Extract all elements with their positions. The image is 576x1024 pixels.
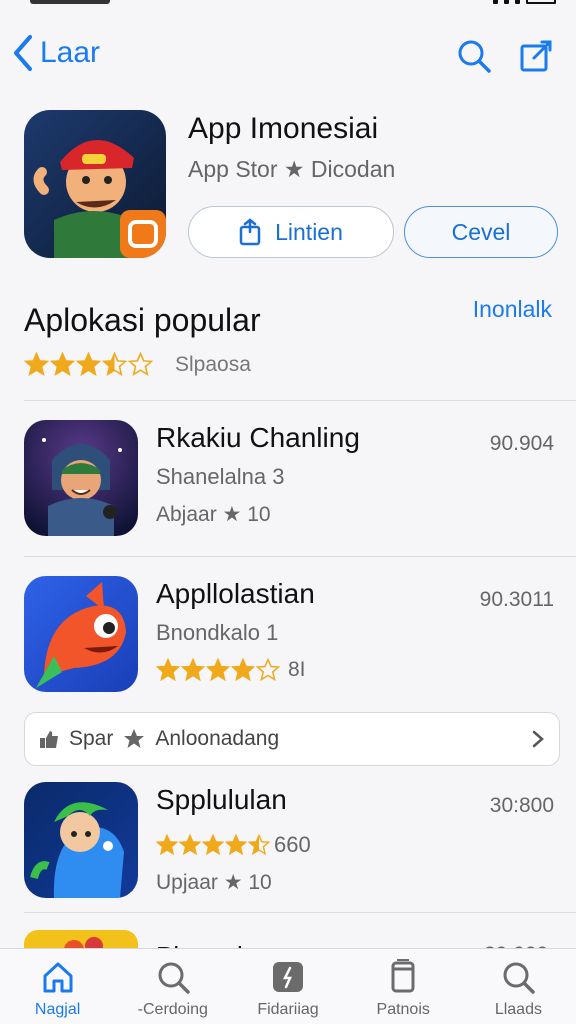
tab-label: Nagjal (34, 1001, 81, 1018)
status-bar (0, 0, 576, 10)
app-name: Spplululan (156, 784, 287, 815)
rating-text: Slpaosa (175, 352, 251, 376)
star-icon (156, 658, 180, 682)
share-icon (239, 218, 261, 246)
compose-icon[interactable] (518, 38, 554, 74)
app-subtitle: Bnondkalo 1 (156, 620, 279, 645)
search-icon (158, 962, 190, 994)
app-price: 90.3011 (479, 588, 554, 611)
get-button[interactable]: Lintien (188, 206, 394, 258)
app-name: Pinnunin (156, 936, 276, 948)
tab-arcade[interactable]: Fidariiag (230, 949, 345, 1024)
back-label: Laar (40, 36, 101, 69)
star-icon (156, 834, 178, 856)
status-indicators (493, 0, 556, 4)
star-icon (231, 658, 255, 682)
tab-today[interactable]: Nagjal (0, 949, 115, 1024)
app-subtitle: Shanelalna 3 (156, 464, 285, 489)
app-name: Rkakiu Chanling (156, 422, 360, 453)
app-icon (24, 420, 138, 536)
star-icon (24, 352, 49, 377)
star-icon (124, 729, 145, 748)
star-icon (128, 352, 153, 377)
app-name: Appllolastian (156, 578, 315, 609)
banner-text: Anloonadang (155, 727, 280, 750)
app-price: 30.900 (484, 940, 554, 948)
tab-search[interactable]: Llaads (461, 949, 576, 1024)
app-icon (24, 576, 138, 692)
list-item[interactable]: Rkakiu Chanling Shanelalna 3 Abjaar ★ 10… (24, 420, 554, 538)
section-title: Aplokasi popular (24, 302, 261, 338)
banner-left-text: Spar (69, 727, 114, 750)
promo-banner[interactable]: Spar Anloonadang (24, 712, 560, 766)
rating-stars (156, 834, 270, 856)
cancel-button[interactable]: Cevel (404, 206, 558, 258)
app-rating: 660 (156, 832, 311, 858)
chevron-left-icon (14, 35, 32, 71)
star-icon (50, 352, 75, 377)
app-icon (24, 930, 138, 948)
app-price: 90.904 (489, 432, 554, 455)
battery-icon (526, 0, 556, 4)
star-icon (76, 352, 101, 377)
devices-icon (391, 959, 415, 993)
search-icon (503, 962, 536, 994)
divider (24, 556, 576, 557)
see-all-link[interactable]: Inonlalk (473, 296, 552, 323)
back-button[interactable]: Laar (12, 34, 100, 72)
tab-label: Fidariiag (257, 1001, 319, 1018)
app-meta: Abjaar ★ 10 (156, 503, 271, 526)
home-icon (43, 962, 73, 993)
divider (24, 400, 576, 401)
divider (24, 912, 576, 913)
cancel-button-label: Cevel (451, 218, 511, 245)
rating-stars (24, 352, 153, 377)
list-item[interactable]: Spplululan 660 Upjaar ★ 10 30:800 (24, 782, 554, 900)
get-button-label: Lintien (275, 218, 343, 245)
tab-games[interactable]: -Cerdoing (115, 949, 230, 1024)
featured-app-icon[interactable] (24, 110, 166, 258)
star-icon (206, 658, 230, 682)
star-icon (248, 834, 270, 856)
chevron-right-icon (532, 730, 544, 748)
arcade-icon (273, 962, 303, 992)
featured-app-subtitle: App Stor ★ Dicodan (188, 156, 396, 182)
featured-app: App Imonesiai App Stor ★ Dicodan Lintien… (24, 110, 558, 260)
status-time (30, 0, 110, 4)
featured-app-title: App Imonesiai (188, 112, 379, 145)
rating-count: 8I (288, 658, 306, 681)
thumbs-up-icon (40, 731, 58, 748)
tab-label: -Cerdoing (137, 1001, 208, 1018)
star-icon (181, 658, 205, 682)
app-meta: 8I (156, 658, 306, 682)
star-icon (225, 834, 247, 856)
tab-devices[interactable]: Patnois (346, 949, 461, 1024)
tab-label: Patnois (376, 1001, 430, 1018)
app-price: 30:800 (489, 794, 554, 817)
nav-bar: Laar (0, 28, 576, 84)
star-icon (202, 834, 224, 856)
star-icon (256, 658, 280, 682)
app-icon (24, 782, 138, 898)
list-item[interactable]: Appllolastian Bnondkalo 1 8I 90.3011 (24, 576, 554, 694)
app-meta: Upjaar ★ 10 (156, 871, 272, 894)
section-rating: Slpaosa (24, 352, 251, 377)
star-icon (179, 834, 201, 856)
rating-stars (156, 658, 280, 682)
tab-label: Llaads (494, 1001, 542, 1018)
tab-bar: Nagjal -Cerdoing Fidariiag Patnois Llaad… (0, 948, 576, 1024)
search-icon[interactable] (456, 38, 492, 74)
rating-count: 660 (274, 832, 311, 857)
star-icon (102, 352, 127, 377)
